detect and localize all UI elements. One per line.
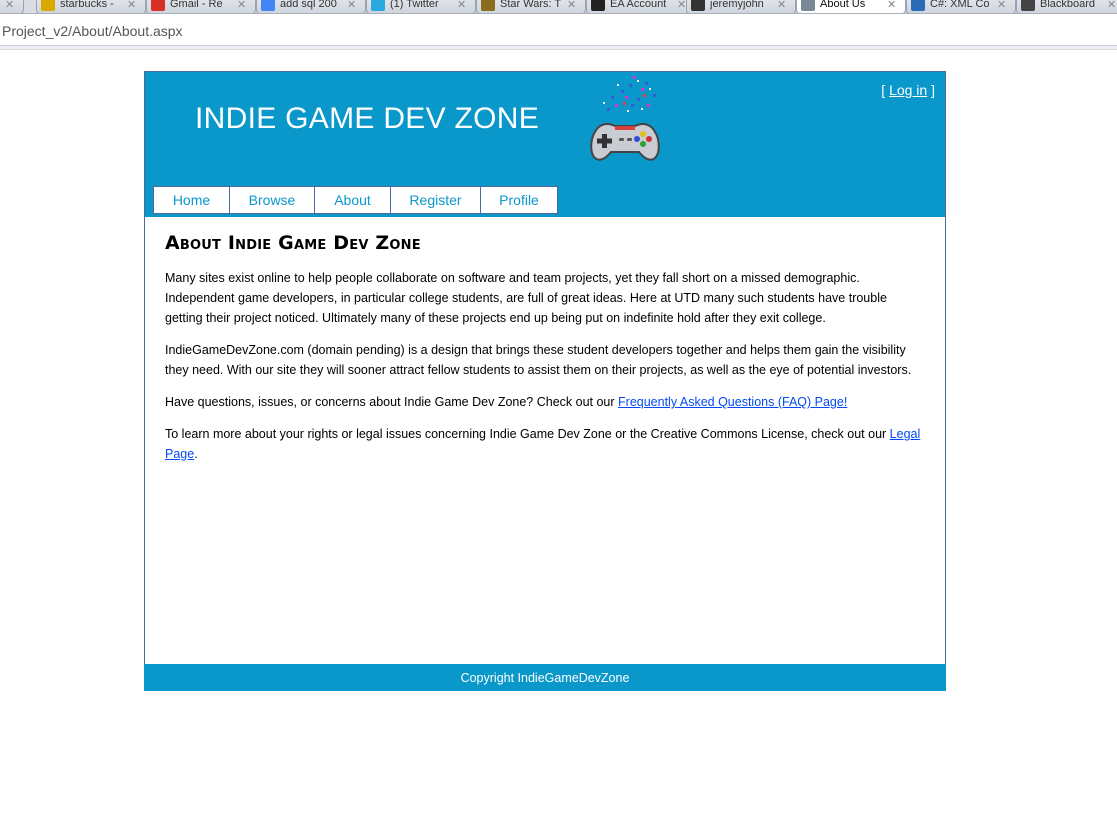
toolbar-divider (0, 46, 1117, 50)
legal-text: To learn more about your rights or legal… (165, 427, 890, 441)
login-area: [ Log in ] (881, 82, 935, 98)
faq-text: Have questions, issues, or concerns abou… (165, 395, 619, 409)
browser-tab-label: (1) Twitter (390, 0, 439, 10)
twitter-icon (371, 0, 385, 11)
ea-icon (591, 0, 605, 11)
browser-tab-label: EA Account (610, 0, 667, 10)
close-icon[interactable]: ✕ (567, 0, 579, 11)
copyright-text: Copyright IndieGameDevZone (460, 670, 630, 685)
browser-tab-label: Gmail - Re (170, 0, 223, 10)
browser-tab-label: C#: XML Co (930, 0, 990, 10)
menu-item-home[interactable]: Home (153, 186, 229, 214)
browser-tab-label: starbucks - (60, 0, 114, 10)
blackboard-icon (1021, 0, 1035, 11)
browser-tab[interactable]: About Us ✕ (796, 0, 906, 13)
browser-tab-label: Star Wars: T (500, 0, 562, 10)
browser-tab[interactable]: EA Account ✕ (586, 0, 696, 13)
site-header: INDIE GAME DEV ZONE [Log in] Home Brow… (145, 72, 945, 217)
menu-item-profile[interactable]: Profile (480, 186, 558, 214)
page-container: INDIE GAME DEV ZONE [Log in] Home Brow… (144, 71, 946, 691)
about-paragraph-1: Many sites exist online to help people c… (165, 271, 887, 325)
browser-tab-label: add sql 200 (280, 0, 337, 10)
close-icon[interactable]: ✕ (127, 0, 139, 11)
close-icon[interactable]: ✕ (457, 0, 469, 11)
browser-tab[interactable]: jeremyjohn ✕ (686, 0, 796, 13)
close-icon[interactable]: ✕ (5, 0, 17, 11)
browser-tab-label: Blackboard (1040, 0, 1096, 10)
site-footer: Copyright IndieGameDevZone (144, 664, 946, 691)
menu-item-about[interactable]: About (314, 186, 390, 214)
gmail-icon (151, 0, 165, 11)
browser-tab[interactable]: Star Wars: T ✕ (476, 0, 586, 13)
browser-tab[interactable]: Gmail - Re ✕ (146, 0, 256, 13)
browser-tab[interactable]: starbucks - ✕ (36, 0, 146, 13)
starwars-icon (481, 0, 495, 11)
tab-strip: use✕starbucks -✕Gmail - Re✕add sql 200✕(… (0, 0, 1117, 14)
about-paragraph-2: IndieGameDevZone.com (domain pending) is… (165, 343, 912, 377)
browser-tab[interactable]: (1) Twitter ✕ (366, 0, 476, 13)
menu-item-register[interactable]: Register (390, 186, 480, 214)
login-bracket-close: ] (927, 82, 935, 98)
close-icon[interactable]: ✕ (1107, 0, 1117, 11)
main-menu: Home Browse About Register Profile (153, 186, 558, 214)
faq-link[interactable]: Frequently Asked Questions (FAQ) Page! (618, 395, 847, 409)
url-text[interactable]: Project_v2/About/About.aspx (2, 23, 183, 39)
login-bracket-open: [ (881, 82, 890, 98)
browser-tab-label: jeremyjohn (710, 0, 764, 10)
browser-tab[interactable]: add sql 200 ✕ (256, 0, 366, 13)
page-title: About Indie Game Dev Zone (165, 232, 421, 254)
browser-tab[interactable]: Blackboard ✕ (1016, 0, 1117, 13)
msdn-icon (911, 0, 925, 11)
browser-tab-label: About Us (820, 0, 866, 10)
login-link[interactable]: Log in (889, 82, 927, 98)
google-icon (261, 0, 275, 11)
legal-end: . (194, 447, 198, 461)
close-icon[interactable]: ✕ (887, 0, 899, 11)
close-icon[interactable]: ✕ (997, 0, 1009, 11)
close-icon[interactable]: ✕ (347, 0, 359, 11)
globe-icon (801, 0, 815, 11)
github-icon (691, 0, 705, 11)
close-icon[interactable]: ✕ (777, 0, 789, 11)
address-bar[interactable]: Project_v2/About/About.aspx (0, 14, 1117, 46)
legal-paragraph: To learn more about your rights or legal… (165, 424, 925, 464)
site-title: INDIE GAME DEV ZONE (195, 102, 540, 135)
browser-tab[interactable]: use✕ (0, 0, 24, 13)
browser-tab[interactable]: C#: XML Co ✕ (906, 0, 1016, 13)
close-icon[interactable]: ✕ (237, 0, 249, 11)
bookmark-icon (41, 0, 55, 11)
faq-paragraph: Have questions, issues, or concerns abou… (165, 392, 925, 412)
menu-item-browse[interactable]: Browse (229, 186, 314, 214)
gamepad-icon (585, 74, 665, 164)
main-content: About Indie Game Dev Zone Many sites exi… (165, 232, 925, 476)
